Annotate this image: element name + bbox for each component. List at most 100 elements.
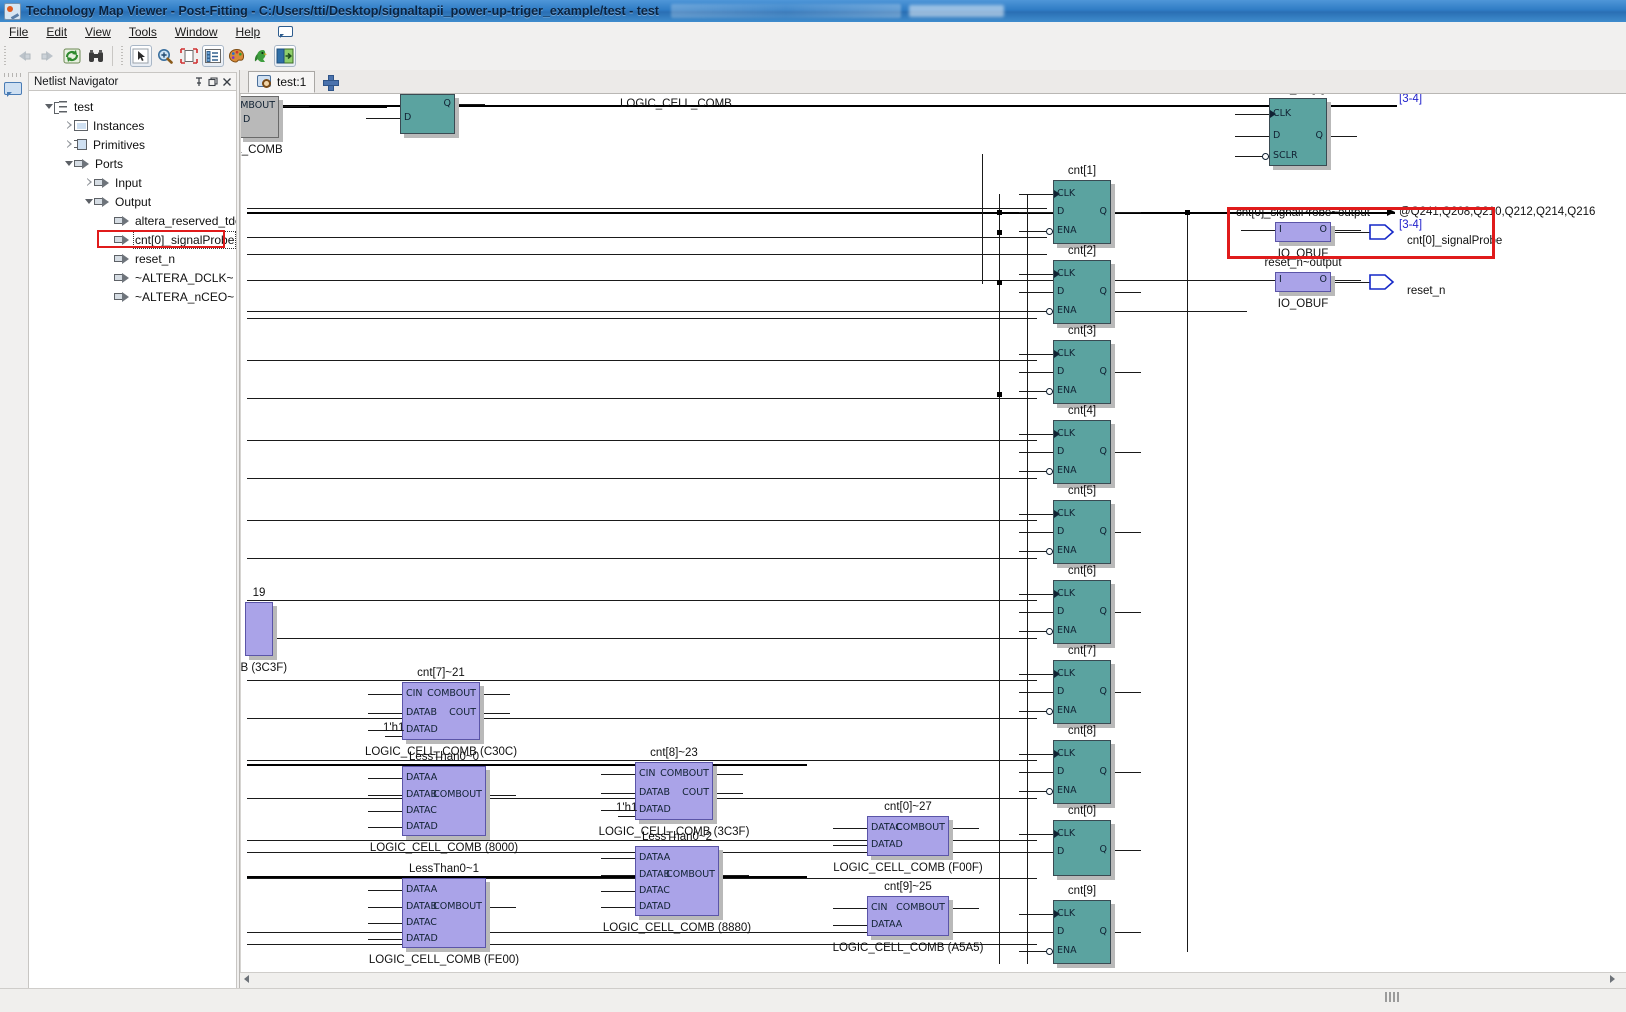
list-properties-icon[interactable] [202, 45, 224, 67]
schematic-canvas[interactable]: DOMBOUTL_COMBDQCLKDSCLRQtms_cnt[2]CLKDEN… [240, 94, 1626, 972]
block-cnt8-23[interactable]: CIN DATAB DATAD COMBOUT COUT [635, 762, 717, 824]
block-lcomb-topleft[interactable]: D OMBOUT [241, 96, 283, 142]
toolbar-grip-2[interactable] [119, 46, 126, 66]
twisty-expanded-icon[interactable] [83, 192, 94, 211]
block-cnt9-25[interactable]: CIN DATAA COMBOUT [867, 896, 953, 940]
wire-horizontal [1331, 232, 1371, 233]
resize-grip[interactable] [1385, 992, 1399, 1002]
twisty-expanded-icon[interactable] [43, 97, 54, 116]
tree-item-instances[interactable]: Instances [29, 116, 236, 135]
forward-button[interactable] [37, 45, 59, 67]
left-icon-rail [0, 70, 27, 1011]
tree-item-primitives[interactable]: Primitives [29, 135, 236, 154]
port-icon [114, 272, 130, 283]
palette-icon[interactable] [226, 45, 248, 67]
menu-item-help[interactable]: Help [227, 23, 270, 41]
block-dff-top-left[interactable]: DQ [400, 94, 459, 138]
block-cnt-8[interactable]: CLK D ENA Q [1046, 740, 1115, 808]
block-cnt7-21[interactable]: CIN DATAB DATAD COMBOUT COUT [402, 682, 484, 744]
tree-item-ports[interactable]: Ports [29, 154, 236, 173]
block-io-obuf-signalprobe[interactable]: IO [1275, 222, 1335, 246]
twisty-collapsed-icon[interactable] [83, 173, 94, 192]
application-window: Technology Map Viewer - Post-Fitting - C… [0, 0, 1626, 1012]
wire-vertical [999, 194, 1000, 964]
clock-triangle-icon [1054, 670, 1060, 678]
block-lessthan0-2[interactable]: DATAA DATAB DATAC DATAD COMBOUT [635, 846, 723, 920]
magnifier-plus-icon[interactable] [154, 45, 176, 67]
twisty-collapsed-icon[interactable] [63, 116, 74, 135]
tree-item-test[interactable]: test [29, 97, 236, 116]
block-cnt-5[interactable]: CLK D ENA Q [1046, 500, 1115, 568]
menu-item-file[interactable]: File [0, 23, 37, 41]
block-cnt-4[interactable]: CLK D ENA Q [1046, 420, 1115, 488]
pin-stub [1019, 594, 1053, 595]
scroll-left-arrow[interactable] [244, 975, 256, 987]
block-cnt-5-title: cnt[5] [1067, 485, 1097, 497]
block-cnt-3[interactable]: CLK D ENA Q [1046, 340, 1115, 408]
block-lessthan0-1[interactable]: DATAA DATAB DATAC DATAD COMBOUT [402, 878, 490, 952]
auto-hide-button[interactable] [193, 76, 205, 88]
pin-d: D [243, 114, 251, 125]
menu-item-window[interactable]: Window [166, 23, 227, 41]
refresh-icon[interactable] [61, 45, 83, 67]
scroll-right-arrow[interactable] [1610, 975, 1622, 987]
tree-item-label: Primitives [93, 137, 146, 152]
block-tms-cnt2[interactable]: CLK D SCLR Q [1262, 98, 1331, 170]
menu-item-view[interactable]: View [76, 23, 120, 41]
wire-horizontal [247, 440, 1037, 441]
block-cnt-7[interactable]: CLK D ENA Q [1046, 660, 1115, 728]
label-bus-range-top: [3-4] [1399, 94, 1423, 105]
message-panel-icon[interactable] [4, 82, 23, 99]
block-cnt-6[interactable]: CLK D ENA Q [1046, 580, 1115, 648]
twisty-expanded-icon[interactable] [63, 154, 74, 173]
block-lcomb-3c3f-left[interactable] [245, 602, 277, 660]
maximize-button[interactable] [207, 76, 219, 88]
block-cnt0-27[interactable]: DATAC DATAD COMBOUT [867, 816, 953, 860]
speech-bubble-icon[interactable] [277, 25, 294, 39]
netlist-navigator-title: Netlist Navigator [34, 75, 119, 88]
parrot-icon[interactable] [250, 45, 272, 67]
inverting-bubble-icon [1046, 787, 1053, 795]
canvas-horizontal-scrollbar[interactable] [240, 972, 1626, 989]
menu-item-tools[interactable]: Tools [120, 23, 166, 41]
tree-item-altera-reserved-tdo[interactable]: altera_reserved_tdo [29, 211, 236, 230]
menu-item-edit[interactable]: Edit [37, 23, 76, 41]
block-lessthan0-0[interactable]: DATAA DATAB DATAC DATAD COMBOUT [402, 766, 490, 840]
toolbar-grip-1[interactable] [2, 46, 9, 66]
block-cnt-9[interactable]: CLK D ENA Q [1046, 900, 1115, 968]
tree-item--altera-dclk-[interactable]: ~ALTERA_DCLK~ [29, 268, 236, 287]
pin-datad: DATAD [406, 724, 438, 735]
menu-item-view-label: View [85, 25, 111, 39]
tab-test-1[interactable]: test:1 [248, 71, 316, 93]
close-button[interactable] [221, 76, 233, 88]
netlist-tree[interactable]: test Instances Primitives Ports Input Output a… [29, 91, 236, 306]
block-cnt-8-title: cnt[8] [1067, 725, 1097, 737]
schematic-drawing: DOMBOUTL_COMBDQCLKDSCLRQtms_cnt[2]CLKDEN… [241, 94, 1626, 972]
twisty-collapsed-icon[interactable] [63, 135, 74, 154]
binoculars-icon[interactable] [85, 45, 107, 67]
door-exit-icon[interactable] [274, 45, 296, 67]
menu-item-tools-label: Tools [128, 25, 157, 39]
pin-stub [1019, 772, 1053, 773]
pin-d: D [1273, 130, 1281, 141]
tree-item-output[interactable]: Output [29, 192, 236, 211]
tree-item-input[interactable]: Input [29, 173, 236, 192]
block-cnt-0[interactable]: CLK D Q [1053, 820, 1115, 880]
back-button[interactable] [13, 45, 35, 67]
block-cnt-1[interactable]: CLK D ENA Q [1046, 180, 1115, 248]
tree-item-cnt-0-signalprobe[interactable]: cnt[0]_signalProbe [29, 230, 236, 249]
cursor-arrow-icon[interactable] [130, 45, 152, 67]
inverting-bubble-icon [1046, 707, 1053, 715]
pin-d: D [1057, 766, 1065, 777]
block-cnt-2[interactable]: CLK D ENA Q [1046, 260, 1115, 328]
pin-d: D [1057, 446, 1065, 457]
wire-horizontal [247, 760, 1037, 761]
add-tab-button[interactable] [321, 73, 341, 93]
tree-item-reset-n[interactable]: reset_n [29, 249, 236, 268]
rail-grip[interactable] [4, 73, 22, 77]
tree-item--altera-nceo-[interactable]: ~ALTERA_nCEO~ [29, 287, 236, 306]
netlist-navigator-body[interactable]: test Instances Primitives Ports Input Output a… [28, 90, 237, 1009]
pin-datac: DATAC [406, 805, 437, 816]
fit-page-icon[interactable] [178, 45, 200, 67]
block-io-obuf-resetn[interactable]: IO [1275, 272, 1335, 296]
